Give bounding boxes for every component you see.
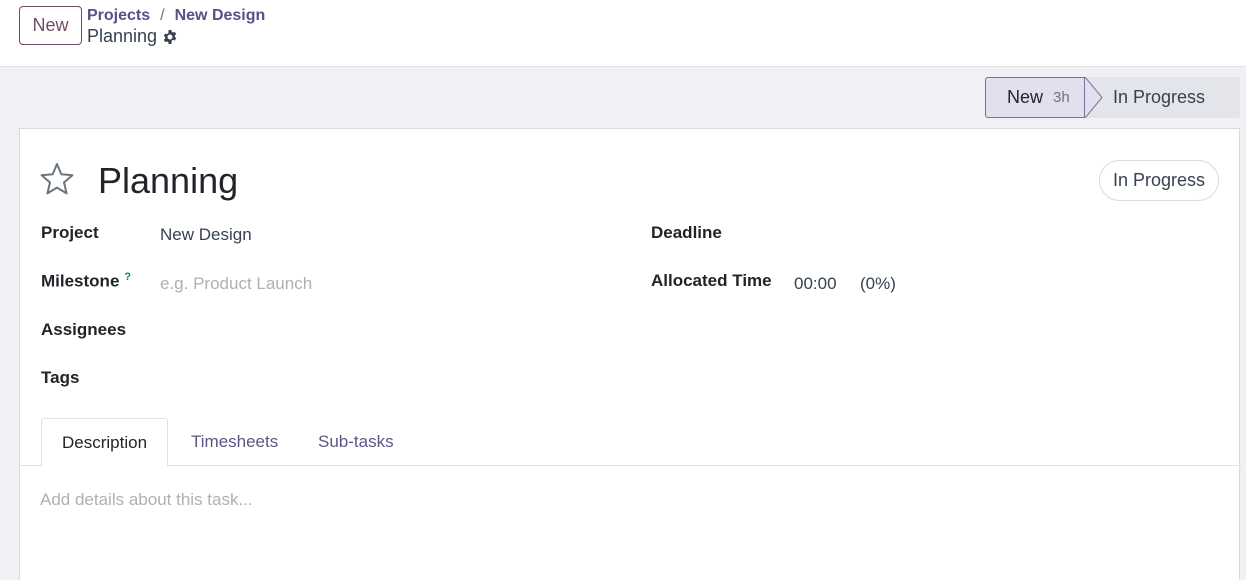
- tab-description[interactable]: Description: [41, 418, 169, 467]
- milestone-field[interactable]: e.g. Product Launch: [160, 274, 312, 294]
- new-button[interactable]: New: [19, 6, 82, 45]
- milestone-help-icon[interactable]: ?: [124, 271, 131, 283]
- tab-timesheets[interactable]: Timesheets: [171, 418, 298, 466]
- tags-label: Tags: [41, 368, 80, 387]
- deadline-field[interactable]: [793, 218, 1193, 248]
- star-outline-icon[interactable]: [40, 162, 74, 196]
- stage-new-button[interactable]: New 3h: [985, 77, 1085, 118]
- gear-icon[interactable]: [162, 29, 178, 45]
- stage-chevron-icon: [1085, 77, 1103, 118]
- assignees-label: Assignees: [41, 320, 127, 339]
- allocated-time-label: Allocated Time: [651, 271, 772, 290]
- status-bar: New 3h In Progress: [985, 77, 1240, 118]
- notebook-tabs: Description Timesheets Sub-tasks: [20, 418, 1241, 467]
- project-field[interactable]: New Design: [160, 225, 252, 245]
- stage-in-progress-label: In Progress: [1113, 87, 1206, 107]
- form-sheet: Planning In Progress Project New Design …: [19, 128, 1241, 580]
- record-title-text: Planning: [87, 26, 158, 46]
- state-badge[interactable]: In Progress: [1098, 160, 1219, 201]
- assignees-field[interactable]: [160, 315, 610, 345]
- task-name[interactable]: Planning: [98, 160, 238, 202]
- tags-field[interactable]: [160, 363, 610, 393]
- stage-new-duration: 3h: [1053, 89, 1070, 106]
- stage-new-label: New: [1007, 87, 1044, 107]
- milestone-label: Milestone?: [41, 271, 131, 292]
- breadcrumb: Projects / New Design: [87, 7, 265, 25]
- breadcrumb-separator: /: [160, 7, 165, 24]
- project-label: Project: [41, 223, 99, 242]
- stage-in-progress-button[interactable]: In Progress: [1103, 77, 1240, 118]
- allocated-time-field[interactable]: 00:00: [794, 274, 837, 294]
- breadcrumb-projects[interactable]: Projects: [87, 7, 150, 25]
- tab-sub-tasks[interactable]: Sub-tasks: [298, 418, 414, 466]
- breadcrumb-project[interactable]: New Design: [175, 7, 266, 25]
- deadline-label: Deadline: [651, 223, 722, 242]
- allocated-time-percent: (0%): [860, 274, 896, 293]
- record-title: Planning: [87, 26, 178, 47]
- milestone-label-text: Milestone: [41, 271, 120, 291]
- description-editor[interactable]: Add details about this task...: [40, 490, 253, 510]
- control-panel: New Projects / New Design Planning: [0, 0, 1246, 67]
